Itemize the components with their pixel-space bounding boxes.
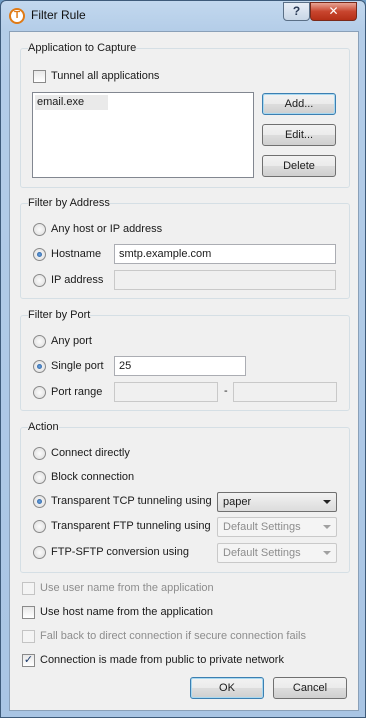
any-host-label: Any host or IP address	[51, 223, 163, 235]
port-range-label: Port range	[51, 386, 103, 398]
block-connection-label: Block connection	[51, 471, 135, 483]
fall-back-label: Fall back to direct connection if secure…	[40, 630, 306, 642]
block-connection-radio[interactable]	[33, 471, 46, 484]
app-icon: T	[9, 8, 25, 24]
use-host-name-label: Use host name from the application	[40, 606, 214, 618]
tunnel-all-label: Tunnel all applications	[51, 70, 160, 82]
single-port-label: Single port	[51, 360, 104, 372]
ip-address-label: IP address	[51, 274, 104, 286]
hostname-radio[interactable]	[33, 248, 46, 261]
ftp-tunneling-label: Transparent FTP tunneling using	[51, 520, 211, 532]
port-range-to-input[interactable]	[233, 382, 337, 402]
connect-directly-label: Connect directly	[51, 447, 130, 459]
help-button[interactable]: ?	[283, 2, 310, 21]
ok-button[interactable]: OK	[190, 677, 264, 699]
any-port-radio[interactable]	[33, 335, 46, 348]
single-port-input[interactable]: 25	[114, 356, 246, 376]
public-private-checkbox[interactable]: ✓	[22, 654, 35, 667]
list-item[interactable]: email.exe	[35, 95, 108, 110]
window-title: Filter Rule	[31, 8, 86, 22]
tcp-tunneling-label: Transparent TCP tunneling using	[51, 495, 212, 507]
cancel-button[interactable]: Cancel	[273, 677, 347, 699]
ftp-profile-select[interactable]: Default Settings	[217, 517, 337, 537]
ip-address-radio[interactable]	[33, 274, 46, 287]
fall-back-checkbox[interactable]	[22, 630, 35, 643]
application-list[interactable]: email.exe	[32, 92, 254, 178]
filter-rule-window: T Filter Rule ? ✕ Application to Capture…	[0, 0, 366, 718]
action-title: Action	[28, 421, 59, 433]
add-button[interactable]: Add...	[262, 93, 336, 115]
tcp-profile-select[interactable]: paper	[217, 492, 337, 512]
application-to-capture-title: Application to Capture	[28, 42, 137, 54]
ftp-tunneling-radio[interactable]	[33, 520, 46, 533]
filter-by-port-title: Filter by Port	[28, 309, 91, 321]
public-private-label: Connection is made from public to privat…	[40, 654, 284, 666]
tunnel-all-checkbox[interactable]	[33, 70, 46, 83]
chevron-down-icon	[323, 525, 331, 529]
edit-button[interactable]: Edit...	[262, 124, 336, 146]
ftp-sftp-radio[interactable]	[33, 546, 46, 559]
use-user-name-checkbox[interactable]	[22, 582, 35, 595]
ftp-profile-value: Default Settings	[223, 521, 301, 533]
connect-directly-radio[interactable]	[33, 447, 46, 460]
filter-by-address-title: Filter by Address	[28, 197, 110, 209]
sftp-profile-value: Default Settings	[223, 547, 301, 559]
ip-address-input[interactable]	[114, 270, 336, 290]
tcp-tunneling-radio[interactable]	[33, 495, 46, 508]
hostname-label: Hostname	[51, 248, 102, 260]
use-host-name-checkbox[interactable]	[22, 606, 35, 619]
port-range-from-input[interactable]	[114, 382, 218, 402]
any-port-label: Any port	[51, 335, 92, 347]
chevron-down-icon	[323, 500, 331, 504]
port-range-radio[interactable]	[33, 386, 46, 399]
chevron-down-icon	[323, 551, 331, 555]
sftp-profile-select[interactable]: Default Settings	[217, 543, 337, 563]
ftp-sftp-label: FTP-SFTP conversion using	[51, 546, 189, 558]
port-range-separator: -	[224, 385, 228, 397]
title-bar[interactable]: T Filter Rule ? ✕	[1, 1, 365, 30]
single-port-radio[interactable]	[33, 360, 46, 373]
close-button[interactable]: ✕	[310, 2, 357, 21]
dialog-body: Application to Capture Tunnel all applic…	[9, 31, 359, 711]
delete-button[interactable]: Delete	[262, 155, 336, 177]
any-host-radio[interactable]	[33, 223, 46, 236]
use-user-name-label: Use user name from the application	[40, 582, 214, 594]
tcp-profile-value: paper	[223, 496, 252, 508]
hostname-input[interactable]: smtp.example.com	[114, 244, 336, 264]
